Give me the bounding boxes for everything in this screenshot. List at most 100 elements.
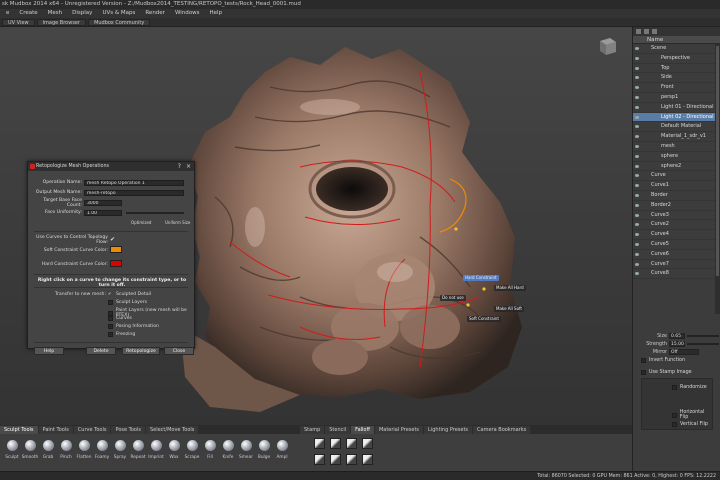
close-icon[interactable]: × — [186, 162, 191, 171]
outliner-item[interactable]: Curve2 — [633, 220, 720, 231]
horizontal-flip-checkbox[interactable] — [672, 412, 677, 418]
sculpt-tool-sculpt[interactable]: Sculpt — [4, 434, 20, 470]
tab-select-move-tools[interactable]: Select/Move Tools — [145, 426, 199, 434]
sculpt-tool-wax[interactable]: Wax — [166, 434, 182, 470]
transfer-checkbox[interactable] — [108, 332, 113, 337]
sculpt-tool-scrape[interactable]: Scrape — [184, 434, 200, 470]
visibility-eye-icon[interactable] — [635, 105, 639, 109]
face-uniformity-slider[interactable] — [126, 212, 184, 214]
outliner-item[interactable]: Top — [633, 64, 720, 74]
falloff-thumb[interactable] — [362, 454, 373, 465]
material-icon[interactable] — [652, 29, 657, 34]
visibility-eye-icon[interactable] — [635, 76, 639, 80]
visibility-eye-icon[interactable] — [635, 144, 639, 148]
target-face-field[interactable]: 3000 — [84, 199, 122, 206]
sculpt-tool-bulge[interactable]: Bulge — [256, 434, 272, 470]
outliner-scrollbar[interactable] — [715, 44, 720, 314]
mirror-dropdown[interactable]: Off — [669, 349, 699, 355]
menu-render[interactable]: Render — [140, 9, 170, 18]
tab-stamp[interactable]: Stamp — [300, 426, 325, 434]
viewcube-icon[interactable] — [596, 35, 618, 57]
outliner-item[interactable]: Side — [633, 73, 720, 84]
sculpt-tool-knife[interactable]: Knife — [220, 434, 236, 470]
transfer-checkbox[interactable] — [108, 316, 113, 321]
menu-edit[interactable]: e — [1, 9, 14, 18]
menu-uvs-maps[interactable]: UVs & Maps — [97, 9, 140, 18]
sculpt-tool-flatten[interactable]: Flatten — [76, 434, 92, 470]
outliner-item[interactable]: Curve1 — [633, 181, 720, 191]
outliner-item[interactable]: Light 01 - Directional — [633, 103, 720, 113]
visibility-eye-icon[interactable] — [635, 242, 639, 246]
visibility-eye-icon[interactable] — [635, 95, 639, 99]
outliner-item[interactable]: Scene — [633, 44, 720, 54]
vertical-flip-checkbox[interactable] — [672, 421, 677, 427]
sculpt-tool-ampl[interactable]: Ampl — [274, 434, 290, 470]
transfer-checkbox[interactable] — [108, 310, 113, 316]
hard-color-swatch[interactable] — [110, 260, 122, 267]
visibility-eye-icon[interactable] — [635, 164, 639, 168]
strength-field[interactable]: 15.00 — [669, 341, 685, 347]
tab-curve-tools[interactable]: Curve Tools — [73, 426, 111, 434]
use-stamp-checkbox[interactable] — [641, 369, 646, 375]
menu-display[interactable]: Display — [67, 9, 97, 18]
visibility-eye-icon[interactable] — [635, 223, 639, 227]
randomize-checkbox[interactable] — [672, 384, 677, 390]
visibility-eye-icon[interactable] — [635, 125, 639, 129]
menu-help[interactable]: Help — [205, 9, 228, 18]
outliner-item[interactable]: Curve3 — [633, 211, 720, 221]
sculpt-tool-smear[interactable]: Smear — [238, 434, 254, 470]
falloff-thumb[interactable] — [346, 438, 357, 449]
falloff-thumb[interactable] — [314, 454, 325, 465]
outliner-item[interactable]: Curve5 — [633, 240, 720, 250]
outliner-item[interactable]: Front — [633, 83, 720, 93]
size-field[interactable]: 0.65 — [669, 333, 685, 339]
output-mesh-field[interactable]: mesh-retopo — [84, 189, 184, 196]
sculpt-tool-repeat[interactable]: Repeat — [130, 434, 146, 470]
visibility-eye-icon[interactable] — [635, 213, 639, 217]
outliner-item[interactable]: Perspective — [633, 54, 720, 64]
face-uniformity-field[interactable]: 1.00 — [84, 209, 122, 216]
help-button[interactable]: Help — [34, 347, 64, 355]
sculpt-tool-foamy[interactable]: Foamy — [94, 434, 110, 470]
hard-constraint-label[interactable]: Hard Constraint — [463, 275, 499, 281]
sculpt-tool-imprint[interactable]: Imprint — [148, 434, 164, 470]
soft-constraint-label[interactable]: Soft Constraint — [467, 316, 501, 322]
visibility-eye-icon[interactable] — [635, 154, 639, 158]
invert-checkbox[interactable] — [641, 357, 646, 363]
visibility-eye-icon[interactable] — [635, 135, 639, 139]
outliner-item[interactable]: Curve6 — [633, 250, 720, 260]
tab-image-browser[interactable]: Image Browser — [36, 18, 87, 26]
outliner-item[interactable]: Default Material — [633, 122, 720, 133]
outliner-item[interactable]: Curve — [633, 171, 720, 182]
visibility-eye-icon[interactable] — [635, 262, 639, 266]
transfer-checkbox[interactable]: ✔ — [108, 292, 113, 297]
visibility-eye-icon[interactable] — [635, 56, 639, 60]
visibility-eye-icon[interactable] — [635, 47, 639, 50]
outliner-item[interactable]: Curve8 — [633, 269, 720, 280]
soft-color-swatch[interactable] — [110, 246, 122, 253]
sculpt-tool-grab[interactable]: Grab — [40, 434, 56, 470]
camera-icon[interactable] — [636, 29, 641, 34]
size-slider[interactable] — [687, 335, 719, 337]
help-icon[interactable]: ? — [178, 162, 181, 171]
falloff-thumb[interactable] — [314, 438, 325, 449]
menu-create[interactable]: Create — [14, 9, 42, 18]
use-curves-checkbox[interactable]: ✔ — [110, 236, 115, 243]
outliner-item[interactable]: sphere — [633, 152, 720, 162]
falloff-thumb[interactable] — [346, 454, 357, 465]
menu-windows[interactable]: Windows — [170, 9, 205, 18]
outliner-item[interactable]: Light 02 - Directional — [633, 112, 720, 123]
tab-camera-bookmarks[interactable]: Camera Bookmarks — [473, 426, 531, 434]
falloff-thumb[interactable] — [330, 454, 341, 465]
make-all-hard-label[interactable]: Make All Hard — [494, 285, 526, 291]
outliner-item[interactable]: mesh — [633, 142, 720, 152]
retopologize-button[interactable]: Retopologize — [122, 347, 160, 355]
visibility-eye-icon[interactable] — [635, 203, 639, 207]
visibility-eye-icon[interactable] — [635, 86, 639, 90]
outliner-header[interactable]: Name — [633, 36, 720, 44]
sculpt-tool-spray[interactable]: Spray — [112, 434, 128, 470]
strength-slider[interactable] — [687, 343, 719, 345]
do-not-use-label[interactable]: Do not use — [440, 295, 466, 301]
visibility-eye-icon[interactable] — [635, 193, 639, 197]
menu-mesh[interactable]: Mesh — [43, 9, 67, 18]
